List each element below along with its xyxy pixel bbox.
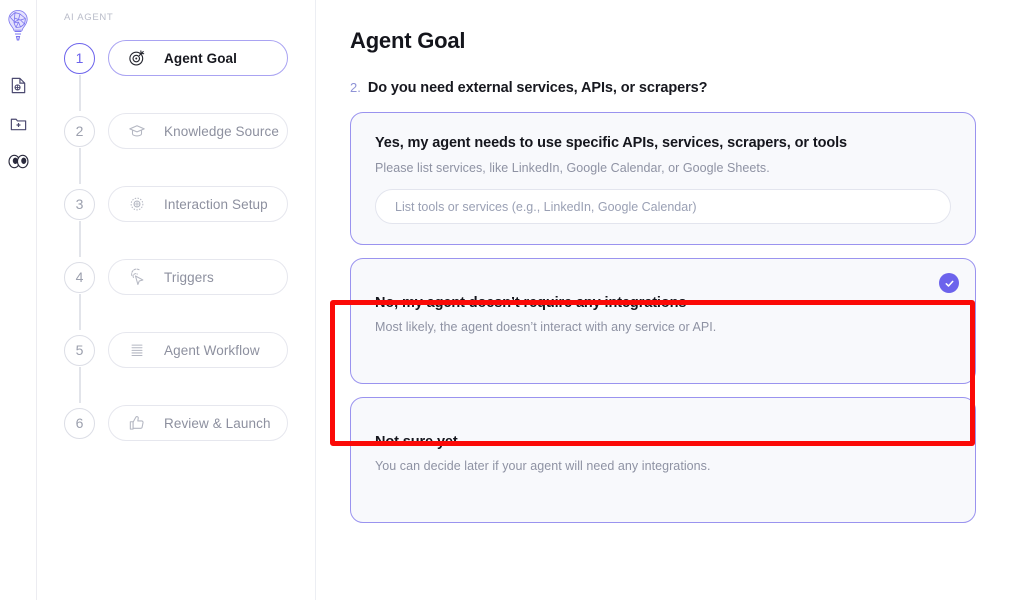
option-title: No, my agent doesn’t require any integra… bbox=[375, 295, 951, 311]
stepper-sidebar: AI AGENT 1 Agent Goal 2 Knowledge Source 3 In… bbox=[37, 0, 316, 600]
step-connector bbox=[79, 294, 81, 330]
option-description: Most likely, the agent doesn’t interact … bbox=[375, 320, 951, 334]
icon-rail bbox=[0, 0, 37, 600]
sidebar-step-agent-goal[interactable]: 1 Agent Goal bbox=[64, 39, 315, 77]
selected-check-icon bbox=[939, 273, 959, 293]
question-heading: 2. Do you need external services, APIs, … bbox=[350, 80, 976, 96]
page-title: Agent Goal bbox=[350, 28, 976, 54]
step-label: Interaction Setup bbox=[164, 197, 268, 212]
step-connector bbox=[79, 367, 81, 403]
step-label: Review & Launch bbox=[164, 416, 271, 431]
option-card-yes[interactable]: Yes, my agent needs to use specific APIs… bbox=[350, 112, 976, 245]
question-text: Do you need external services, APIs, or … bbox=[368, 80, 708, 96]
step-number: 5 bbox=[64, 335, 95, 366]
option-title: Not sure yet bbox=[375, 434, 951, 450]
sidebar-caption: AI AGENT bbox=[37, 12, 315, 23]
list-lines-icon bbox=[127, 340, 147, 360]
step-pill[interactable]: Knowledge Source bbox=[108, 113, 288, 149]
gear-icon bbox=[127, 194, 147, 214]
cursor-click-icon bbox=[127, 267, 147, 287]
step-number: 4 bbox=[64, 262, 95, 293]
sidebar-step-agent-workflow[interactable]: 5 Agent Workflow bbox=[64, 331, 315, 369]
step-pill[interactable]: Review & Launch bbox=[108, 405, 288, 441]
graduation-cap-icon bbox=[127, 121, 147, 141]
option-description: You can decide later if your agent will … bbox=[375, 459, 951, 473]
step-pill[interactable]: Interaction Setup bbox=[108, 186, 288, 222]
tools-services-input[interactable] bbox=[375, 189, 951, 224]
sidebar-step-triggers[interactable]: 4 Triggers bbox=[64, 258, 315, 296]
sidebar-step-interaction-setup[interactable]: 3 Interaction Setup bbox=[64, 185, 315, 223]
step-list: 1 Agent Goal 2 Knowledge Source 3 Interaction… bbox=[37, 39, 315, 442]
step-label: Triggers bbox=[164, 270, 214, 285]
step-connector bbox=[79, 75, 81, 111]
sidebar-step-knowledge-source[interactable]: 2 Knowledge Source bbox=[64, 112, 315, 150]
step-connector bbox=[79, 221, 81, 257]
page-palette-icon[interactable] bbox=[3, 68, 33, 102]
step-label: Agent Goal bbox=[164, 51, 237, 66]
option-card-unsure[interactable]: Not sure yet You can decide later if you… bbox=[350, 397, 976, 523]
step-number: 6 bbox=[64, 408, 95, 439]
step-number: 1 bbox=[64, 43, 95, 74]
step-label: Agent Workflow bbox=[164, 343, 260, 358]
step-pill[interactable]: Agent Goal bbox=[108, 40, 288, 76]
step-pill[interactable]: Agent Workflow bbox=[108, 332, 288, 368]
step-pill[interactable]: Triggers bbox=[108, 259, 288, 295]
thumbs-up-icon bbox=[127, 413, 147, 433]
eyes-icon[interactable] bbox=[3, 144, 33, 178]
network-bulb-logo[interactable] bbox=[3, 6, 33, 50]
sidebar-step-review-launch[interactable]: 6 Review & Launch bbox=[64, 404, 315, 442]
step-number: 3 bbox=[64, 189, 95, 220]
question-number: 2. bbox=[350, 80, 361, 95]
folder-plus-icon[interactable] bbox=[3, 106, 33, 140]
option-card-no[interactable]: No, my agent doesn’t require any integra… bbox=[350, 258, 976, 384]
step-label: Knowledge Source bbox=[164, 124, 279, 139]
main-panel: Agent Goal 2. Do you need external servi… bbox=[316, 0, 1024, 600]
step-connector bbox=[79, 148, 81, 184]
option-description: Please list services, like LinkedIn, Goo… bbox=[375, 161, 951, 175]
app-window: AI AGENT 1 Agent Goal 2 Knowledge Source 3 In… bbox=[0, 0, 1024, 600]
option-title: Yes, my agent needs to use specific APIs… bbox=[375, 135, 951, 151]
step-number: 2 bbox=[64, 116, 95, 147]
target-icon bbox=[127, 48, 147, 68]
